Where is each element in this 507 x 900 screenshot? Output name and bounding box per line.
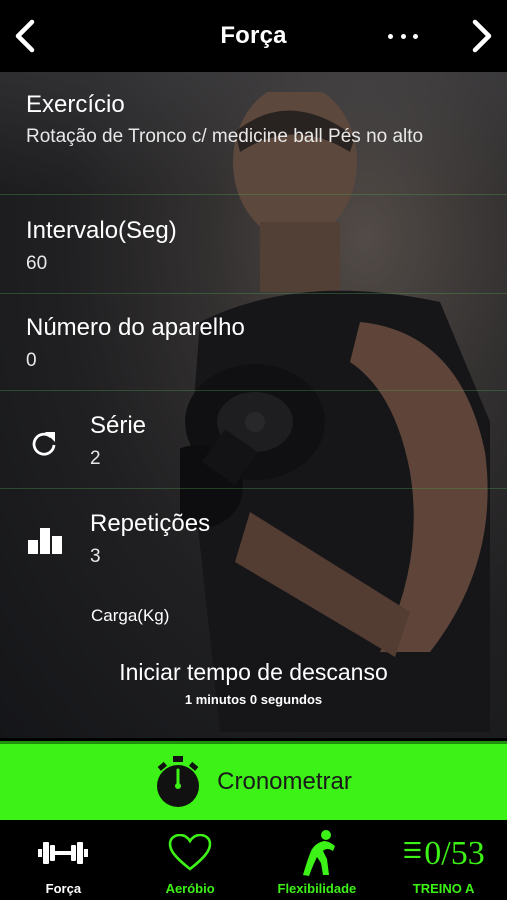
repetitions-value: 3 [90,546,101,567]
dumbbell-icon [38,842,89,864]
divider [0,293,507,294]
stopwatch-label: Cronometrar [217,768,352,795]
workout-counter: ☰0/53 [403,832,485,874]
stopwatch-button[interactable]: Cronometrar [0,741,507,820]
tab-label: TREINO A [412,881,475,896]
repetitions-label: Repetições [90,510,211,537]
load-field[interactable]: Carga(Kg) [91,606,169,626]
chevron-right-icon[interactable] [467,18,497,54]
tab-treino-a[interactable]: ☰0/53 TREINO A [380,820,507,900]
page-title: Força [220,22,287,49]
tab-label: Aeróbio [165,881,215,896]
series-value: 2 [90,448,101,469]
rest-duration: 1 minutos 0 segundos [184,692,323,707]
interval-field: Intervalo(Seg) 60 [26,216,177,277]
start-rest-title: Iniciar tempo de descanso [119,659,388,685]
load-label: Carga(Kg) [91,606,170,625]
stretch-figure-icon [302,830,335,876]
repetitions-field[interactable]: Repetições 3 [90,509,210,570]
machine-number-field: Número do aparelho 0 [26,313,245,374]
divider [0,390,507,391]
exercise-value: Rotação de Tronco c/ medicine ball Pés n… [26,126,424,147]
stopwatch-icon [157,756,200,807]
bottom-nav: Força Aeróbio Flexibilidade ☰0/53 TREINO… [0,820,507,900]
more-options-icon[interactable] [388,22,418,50]
exercise-label: Exercício [26,91,125,118]
tab-aerobio[interactable]: Aeróbio [127,820,254,900]
tab-flexibilidade[interactable]: Flexibilidade [254,820,381,900]
refresh-icon [32,432,56,456]
tab-label: Força [45,881,82,896]
bar-steps-icon [28,528,62,554]
workout-progress: 0/53 [424,835,485,872]
divider [0,488,507,489]
heart-icon [168,834,212,871]
exercise-field: Exercício Rotação de Tronco c/ medicine … [26,90,486,150]
machine-number-label: Número do aparelho [26,314,245,341]
series-field[interactable]: Série 2 [90,411,146,472]
start-rest-button[interactable]: Iniciar tempo de descanso 1 minutos 0 se… [0,659,507,707]
divider [0,194,507,195]
exercise-details [0,72,507,738]
background-dim-overlay [0,72,507,738]
series-label: Série [90,412,147,439]
interval-label: Intervalo(Seg) [26,217,177,244]
top-bar: Força [0,0,507,72]
list-icon: ☰ [402,839,423,864]
interval-value: 60 [26,253,48,274]
machine-number-value: 0 [26,350,37,371]
chevron-left-icon[interactable] [10,18,40,54]
tab-label: Flexibilidade [277,881,357,896]
tab-forca[interactable]: Força [0,820,127,900]
